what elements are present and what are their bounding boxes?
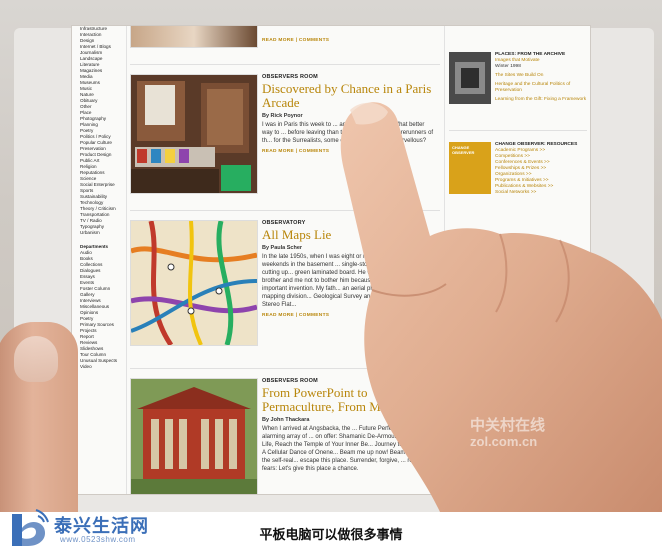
site-logo-icon [12,509,49,546]
pointing-hand [340,102,662,512]
tablet-photo: Infrastructure Interaction Design Internet … [0,0,662,512]
watermark-url: zol.com.cn [470,434,538,449]
site-url[interactable]: www.0523shw.com [60,535,136,544]
watermark-text: 中关村在线 [470,417,546,434]
